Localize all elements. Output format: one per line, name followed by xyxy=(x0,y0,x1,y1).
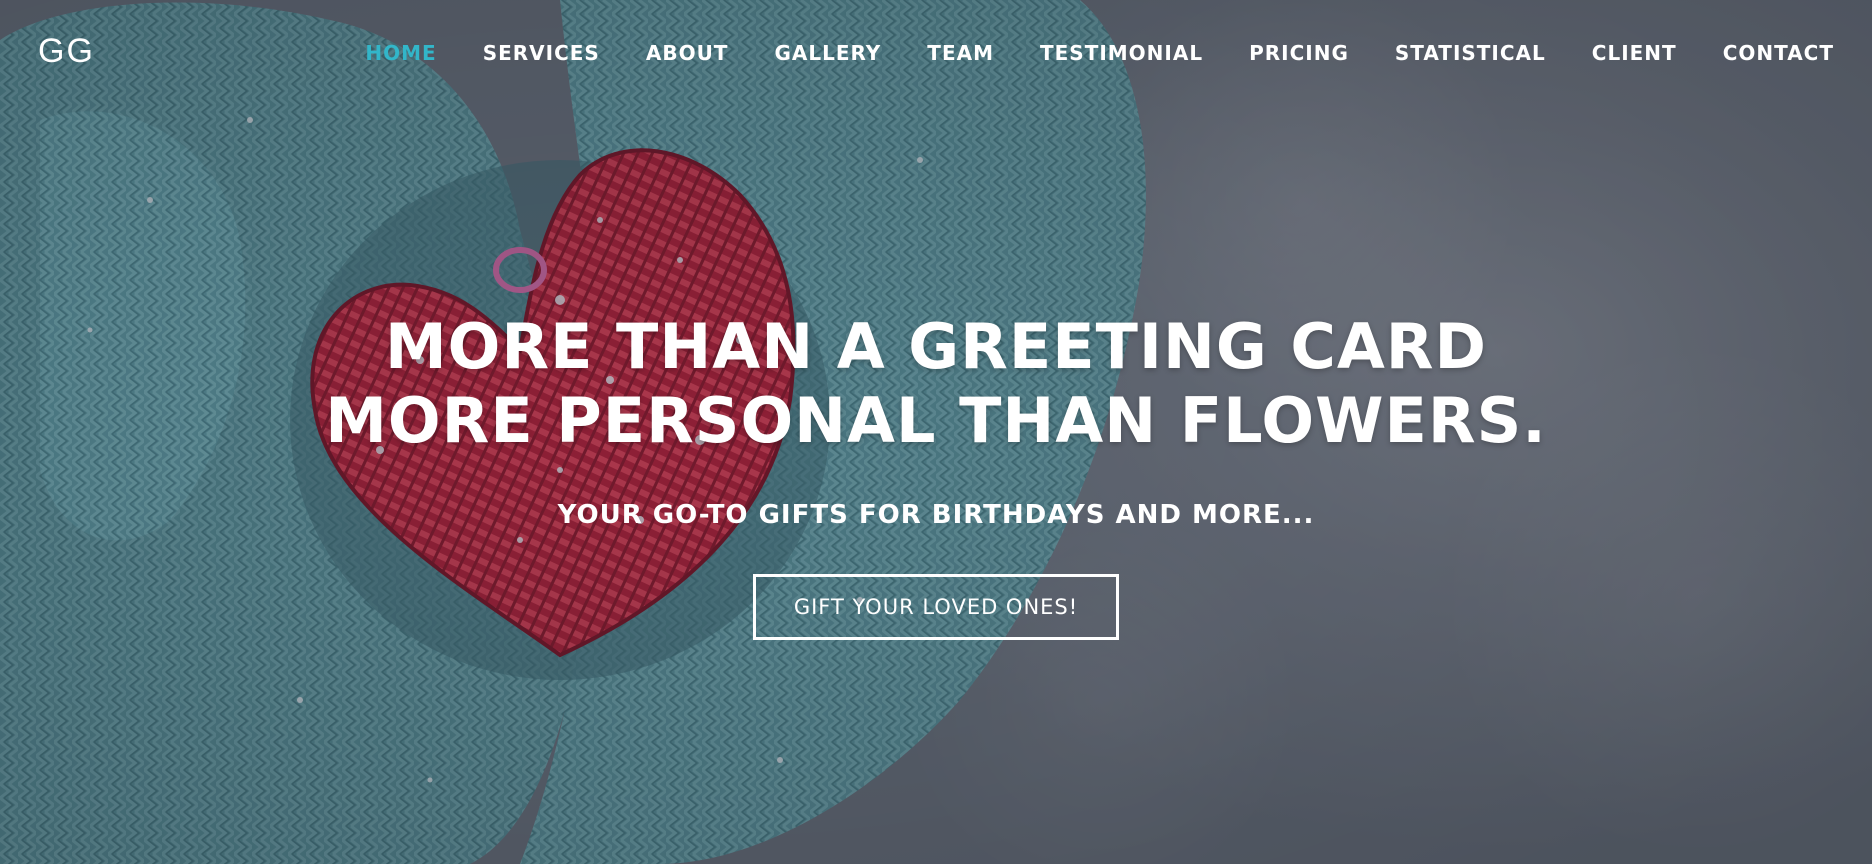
nav-item-client: CLIENT xyxy=(1592,40,1677,66)
nav-item-pricing: PRICING xyxy=(1249,40,1349,66)
nav-link-services[interactable]: SERVICES xyxy=(483,40,600,66)
nav-link-about[interactable]: ABOUT xyxy=(646,40,729,66)
nav-link-client[interactable]: CLIENT xyxy=(1592,40,1677,66)
nav-link-statistical[interactable]: STATISTICAL xyxy=(1395,40,1546,66)
nav-item-testimonial: TESTIMONIAL xyxy=(1040,40,1203,66)
hero-content: MORE THAN A GREETING CARD MORE PERSONAL … xyxy=(0,310,1872,640)
nav-link-testimonial[interactable]: TESTIMONIAL xyxy=(1040,40,1203,66)
nav-item-home: HOME xyxy=(365,40,436,66)
nav-link-contact[interactable]: CONTACT xyxy=(1723,40,1834,66)
nav-item-gallery: GALLERY xyxy=(774,40,881,66)
nav-menu: HOME SERVICES ABOUT GALLERY TEAM TESTIMO… xyxy=(365,40,1834,66)
nav-link-home[interactable]: HOME xyxy=(365,40,436,66)
nav-link-team[interactable]: TEAM xyxy=(927,40,994,66)
hero-subheadline: YOUR GO-TO GIFTS FOR BIRTHDAYS AND MORE.… xyxy=(557,500,1315,530)
nav-item-team: TEAM xyxy=(927,40,994,66)
hero-section: GG HOME SERVICES ABOUT GALLERY TEAM TEST… xyxy=(0,0,1872,864)
nav-item-services: SERVICES xyxy=(483,40,600,66)
brand-logo[interactable]: GG xyxy=(38,32,95,71)
nav-link-pricing[interactable]: PRICING xyxy=(1249,40,1349,66)
nav-item-statistical: STATISTICAL xyxy=(1395,40,1546,66)
hero-headline-line-2: MORE PERSONAL THAN FLOWERS. xyxy=(325,384,1547,457)
gift-cta-button[interactable]: GIFT YOUR LOVED ONES! xyxy=(752,574,1120,640)
main-navbar: GG HOME SERVICES ABOUT GALLERY TEAM TEST… xyxy=(0,0,1872,108)
nav-item-contact: CONTACT xyxy=(1723,40,1834,66)
nav-item-about: ABOUT xyxy=(646,40,729,66)
hero-headline-line-1: MORE THAN A GREETING CARD xyxy=(384,310,1488,383)
nav-link-gallery[interactable]: GALLERY xyxy=(774,40,881,66)
hero-headline: MORE THAN A GREETING CARD MORE PERSONAL … xyxy=(0,310,1872,458)
